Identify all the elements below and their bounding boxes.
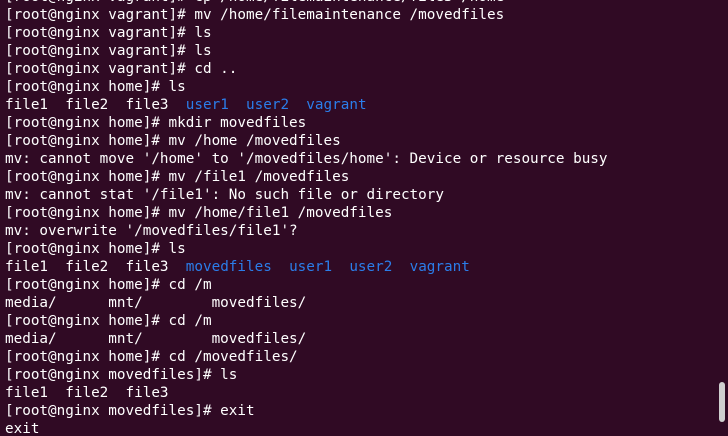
terminal-text: [root@nginx movedfiles]# ls (5, 367, 238, 383)
terminal-line: [root@nginx vagrant]# ls (5, 24, 714, 42)
terminal-line: mv: cannot move '/home' to '/movedfiles/… (5, 150, 714, 168)
terminal-text: [root@nginx home]# ls (5, 79, 186, 95)
scrollbar-thumb[interactable] (719, 382, 725, 422)
terminal-text: file1 file2 file3 (5, 385, 169, 401)
terminal-line: media/ mnt/ movedfiles/ (5, 330, 714, 348)
terminal-text: file1 file2 file3 (5, 259, 186, 275)
terminal-text: [root@nginx home]# cd /m (5, 277, 212, 293)
terminal-text: [root@nginx vagrant]# cd .. (5, 61, 238, 77)
terminal-text: mv: overwrite '/movedfiles/file1'? (5, 223, 298, 239)
terminal-line: media/ mnt/ movedfiles/ (5, 294, 714, 312)
terminal-text: file1 file2 file3 (5, 97, 186, 113)
terminal-line: [root@nginx home]# mv /home /movedfiles (5, 132, 714, 150)
terminal-text: [root@nginx home]# ls (5, 241, 186, 257)
terminal-text: [root@nginx vagrant]# ls (5, 43, 212, 59)
terminal-line: file1 file2 file3 movedfiles user1 user2… (5, 258, 714, 276)
terminal-text: [root@nginx vagrant]# mv /home/filemaint… (5, 7, 505, 23)
terminal-line: [root@nginx home]# ls (5, 78, 714, 96)
terminal-line: [root@nginx vagrant]# mv /home/filemaint… (5, 6, 714, 24)
terminal-line: mv: cannot stat '/file1': No such file o… (5, 186, 714, 204)
terminal-text: mv: cannot stat '/file1': No such file o… (5, 187, 444, 203)
terminal-line: [root@nginx vagrant]# ls (5, 42, 714, 60)
terminal-line: [root@nginx home]# cd /m (5, 276, 714, 294)
terminal-text: mv: cannot move '/home' to '/movedfiles/… (5, 151, 608, 167)
terminal-text: [root@nginx vagrant]# cp /home/filemaint… (5, 0, 504, 5)
terminal-line: exit (5, 420, 714, 436)
terminal-text: media/ mnt/ movedfiles/ (5, 295, 307, 311)
directory-name: user2 (349, 259, 393, 275)
terminal-line: [root@nginx movedfiles]# ls (5, 366, 714, 384)
terminal-line: [root@nginx home]# cd /movedfiles/ (5, 348, 714, 366)
terminal-text: [root@nginx vagrant]# ls (5, 25, 212, 41)
terminal-text: [root@nginx home]# mkdir movedfiles (5, 115, 307, 131)
terminal-line: mv: overwrite '/movedfiles/file1'? (5, 222, 714, 240)
terminal-line: [root@nginx home]# ls (5, 240, 714, 258)
terminal-line: [root@nginx home]# cd /m (5, 312, 714, 330)
terminal-line: [root@nginx home]# mv /home/file1 /moved… (5, 204, 714, 222)
directory-name: user1 (289, 259, 333, 275)
terminal-text: [root@nginx home]# mv /file1 /movedfiles (5, 169, 350, 185)
terminal-text: [root@nginx movedfiles]# exit (5, 403, 255, 419)
terminal-window[interactable]: [root@nginx vagrant]# cp /home/filemaint… (0, 0, 728, 436)
terminal-text: [root@nginx home]# cd /m (5, 313, 212, 329)
terminal-line: [root@nginx movedfiles]# exit (5, 402, 714, 420)
terminal-text: exit (5, 421, 40, 436)
terminal-text: media/ mnt/ movedfiles/ (5, 331, 307, 347)
terminal-text: [root@nginx home]# cd /movedfiles/ (5, 349, 298, 365)
terminal-line: [root@nginx home]# mkdir movedfiles (5, 114, 714, 132)
terminal-text: [root@nginx home]# mv /home/file1 /moved… (5, 205, 393, 221)
terminal-line: file1 file2 file3 (5, 384, 714, 402)
terminal-output: [root@nginx vagrant]# cp /home/filemaint… (5, 0, 714, 436)
directory-name: user2 (246, 97, 290, 113)
directory-name: movedfiles (185, 259, 272, 275)
directory-name: user1 (185, 97, 229, 113)
terminal-line: file1 file2 file3 user1 user2 vagrant (5, 96, 714, 114)
scrollbar[interactable] (716, 0, 728, 436)
directory-name: vagrant (409, 259, 470, 275)
directory-name: vagrant (306, 97, 367, 113)
terminal-line: [root@nginx vagrant]# cd .. (5, 60, 714, 78)
terminal-text: [root@nginx home]# mv /home /movedfiles (5, 133, 341, 149)
terminal-line: [root@nginx home]# mv /file1 /movedfiles (5, 168, 714, 186)
